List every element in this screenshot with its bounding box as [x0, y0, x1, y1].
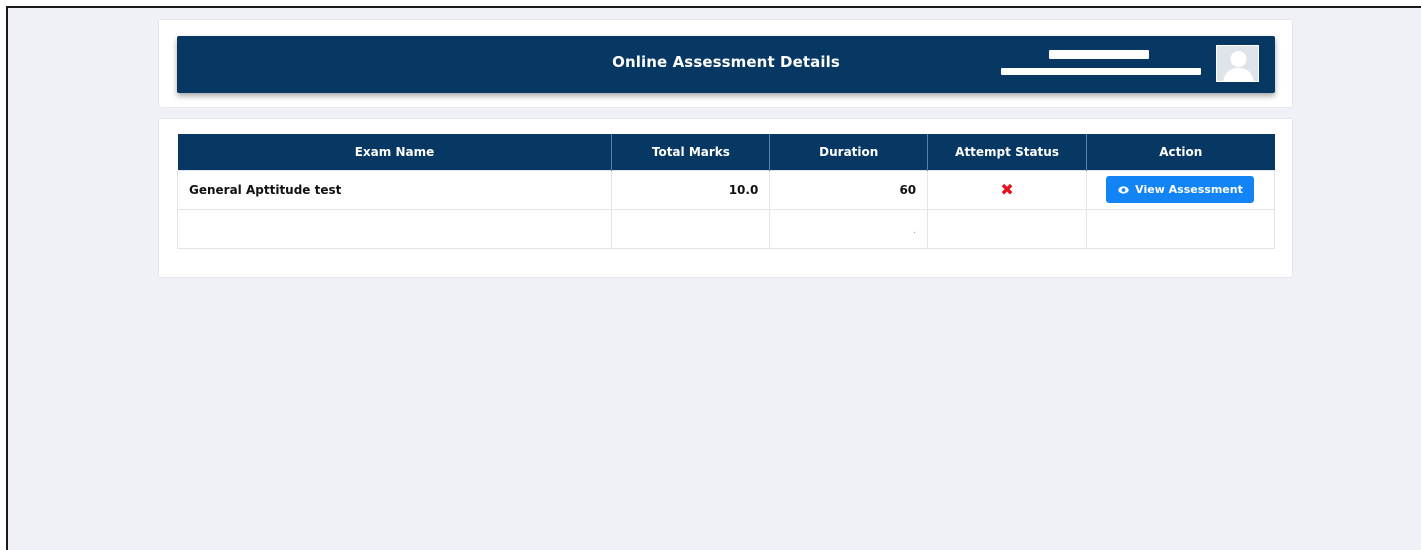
column-header-action: Action: [1086, 134, 1275, 170]
header-card: Online Assessment Details: [158, 19, 1293, 108]
view-assessment-button[interactable]: View Assessment: [1106, 176, 1255, 203]
exam-name-cell: General Apttitude test: [176, 169, 613, 210]
table-header-row: Exam Name Total Marks Duration Attempt S…: [177, 134, 1275, 170]
exam-name-cell: [176, 208, 613, 249]
header-banner: Online Assessment Details: [177, 36, 1275, 93]
user-info: [1001, 48, 1201, 82]
attempt-status-cell: ✖: [927, 169, 1087, 210]
cross-icon: ✖: [1000, 180, 1014, 199]
column-header-total-marks: Total Marks: [611, 134, 771, 170]
column-header-attempt-status: Attempt Status: [927, 134, 1087, 170]
duration-cell: 60: [769, 169, 929, 210]
table-row: .: [176, 208, 1276, 249]
view-assessment-label: View Assessment: [1135, 183, 1243, 196]
duration-cell: .: [769, 208, 929, 249]
column-header-duration: Duration: [769, 134, 929, 170]
action-cell: View Assessment: [1085, 169, 1276, 210]
total-marks-cell: [611, 208, 771, 249]
user-avatar-icon: [1217, 46, 1258, 81]
attempt-status-cell: [927, 208, 1087, 249]
column-header-exam-name: Exam Name: [177, 134, 613, 170]
user-email-redacted: [1001, 68, 1201, 75]
duration-value: .: [912, 224, 917, 236]
page-background: Online Assessment Details Exam Name Tota…: [6, 6, 1421, 550]
assessment-table-card: Exam Name Total Marks Duration Attempt S…: [158, 118, 1293, 278]
avatar[interactable]: [1216, 45, 1259, 82]
total-marks-cell: 10.0: [611, 169, 771, 210]
assessment-table: Exam Name Total Marks Duration Attempt S…: [176, 134, 1276, 249]
action-cell: [1085, 208, 1276, 249]
eye-icon: [1118, 185, 1129, 194]
table-row: General Apttitude test 10.0 60 ✖ View As…: [176, 169, 1276, 210]
user-name-redacted: [1049, 50, 1149, 59]
